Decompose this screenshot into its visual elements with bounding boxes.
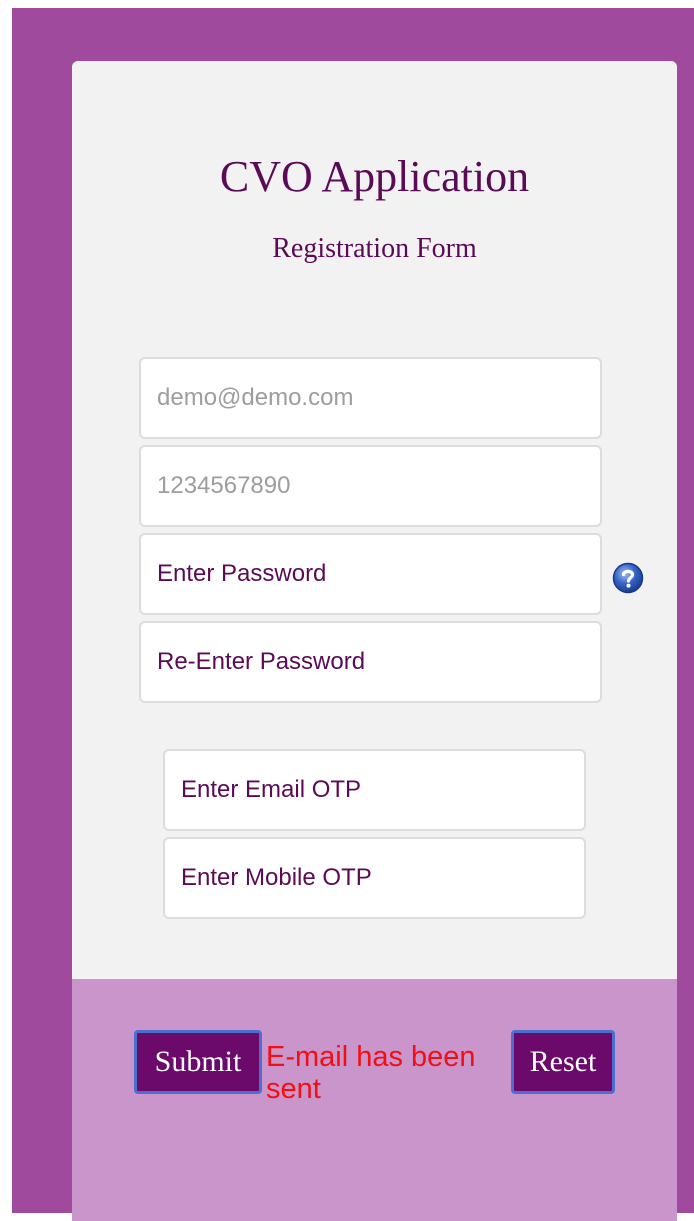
question-mark-icon-graphic [612, 562, 644, 594]
page-background: CVO Application Registration Form demo@d… [12, 8, 694, 1221]
form-footer: Submit E-mail has been sent Reset [72, 979, 677, 1221]
mobile-otp-field[interactable] [163, 837, 586, 919]
submit-button[interactable]: Submit [134, 1030, 262, 1094]
email-field[interactable] [139, 357, 602, 439]
reenter-password-field[interactable] [139, 621, 602, 703]
registration-card: CVO Application Registration Form demo@d… [72, 61, 677, 1221]
form-subtitle: Registration Form [272, 233, 477, 264]
mobile-field[interactable] [139, 445, 602, 527]
question-mark-icon[interactable] [612, 562, 644, 594]
email-otp-field[interactable] [163, 749, 586, 831]
reset-button[interactable]: Reset [511, 1030, 615, 1094]
app-title: CVO Application [219, 152, 530, 201]
password-field[interactable] [139, 533, 602, 615]
status-message: E-mail has been sent [266, 1041, 476, 1105]
